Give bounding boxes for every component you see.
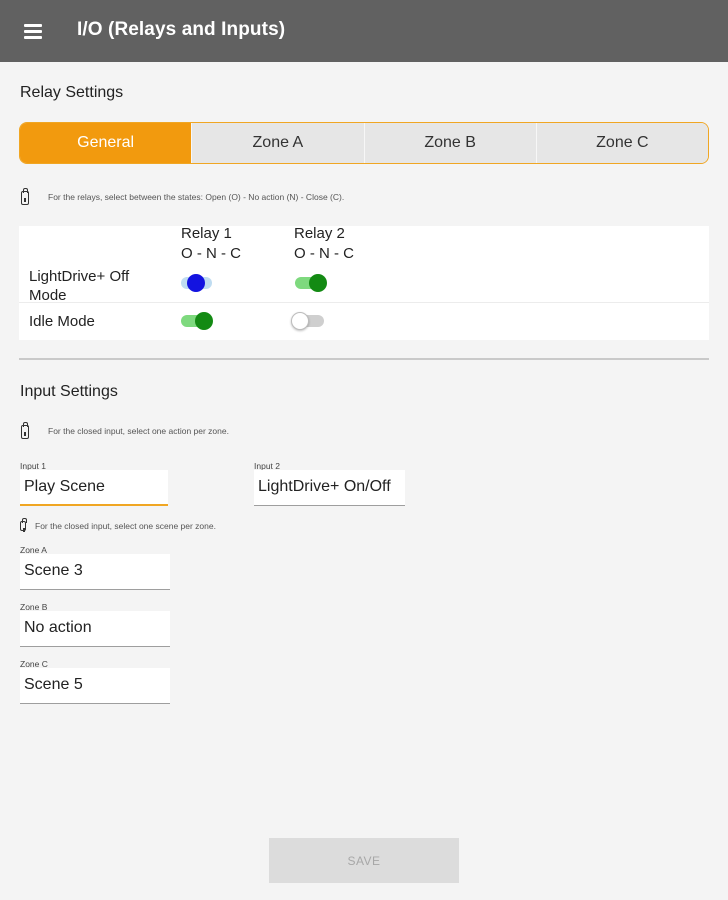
relay-hint: For the relays, select between the state… <box>48 192 345 202</box>
tab-zone-b[interactable]: Zone B <box>363 123 536 163</box>
relay-settings-title: Relay Settings <box>20 84 124 101</box>
tab-general[interactable]: General <box>20 123 192 163</box>
tab-zone-c[interactable]: Zone C <box>535 123 708 163</box>
scene-hint: For the closed input, select one scene p… <box>35 521 216 531</box>
input-2-select[interactable]: LightDrive+ On/Off <box>254 470 405 506</box>
menu-icon[interactable] <box>24 23 44 39</box>
zone-a-select[interactable]: Scene 3 <box>20 554 170 590</box>
row-label-idle-mode: Idle Mode <box>29 313 95 330</box>
zone-tabs: General Zone A Zone B Zone C <box>19 122 709 164</box>
zone-b-select[interactable]: No action <box>20 611 170 647</box>
info-icon <box>21 188 29 205</box>
relay-2-header: Relay 2 O - N - C <box>294 224 354 264</box>
idle-mode-relay-2-switch[interactable] <box>291 309 325 331</box>
row-label-off-mode: LightDrive+ Off Mode <box>29 268 130 304</box>
relay-1-title: Relay 1 <box>181 225 232 242</box>
tab-zone-a[interactable]: Zone A <box>191 123 364 163</box>
zone-c-select[interactable]: Scene 5 <box>20 668 170 704</box>
relay-2-title: Relay 2 <box>294 225 345 242</box>
idle-mode-relay-1-switch[interactable] <box>179 309 213 331</box>
relay-2-states: O - N - C <box>294 245 354 262</box>
input-hint: For the closed input, select one action … <box>48 426 229 436</box>
info-icon <box>20 518 27 532</box>
info-icon <box>21 422 29 439</box>
input-1-select[interactable]: Play Scene <box>20 470 168 506</box>
relay-1-states: O - N - C <box>181 245 241 262</box>
section-divider <box>19 358 709 360</box>
input-settings-title: Input Settings <box>20 383 118 400</box>
app-bar: I/O (Relays and Inputs) <box>0 0 728 62</box>
save-button[interactable]: SAVE <box>269 838 459 883</box>
page-title: I/O (Relays and Inputs) <box>77 19 286 40</box>
relay-1-header: Relay 1 O - N - C <box>181 224 241 264</box>
off-mode-relay-2-switch[interactable] <box>293 271 327 293</box>
off-mode-relay-1-switch[interactable] <box>179 271 213 293</box>
